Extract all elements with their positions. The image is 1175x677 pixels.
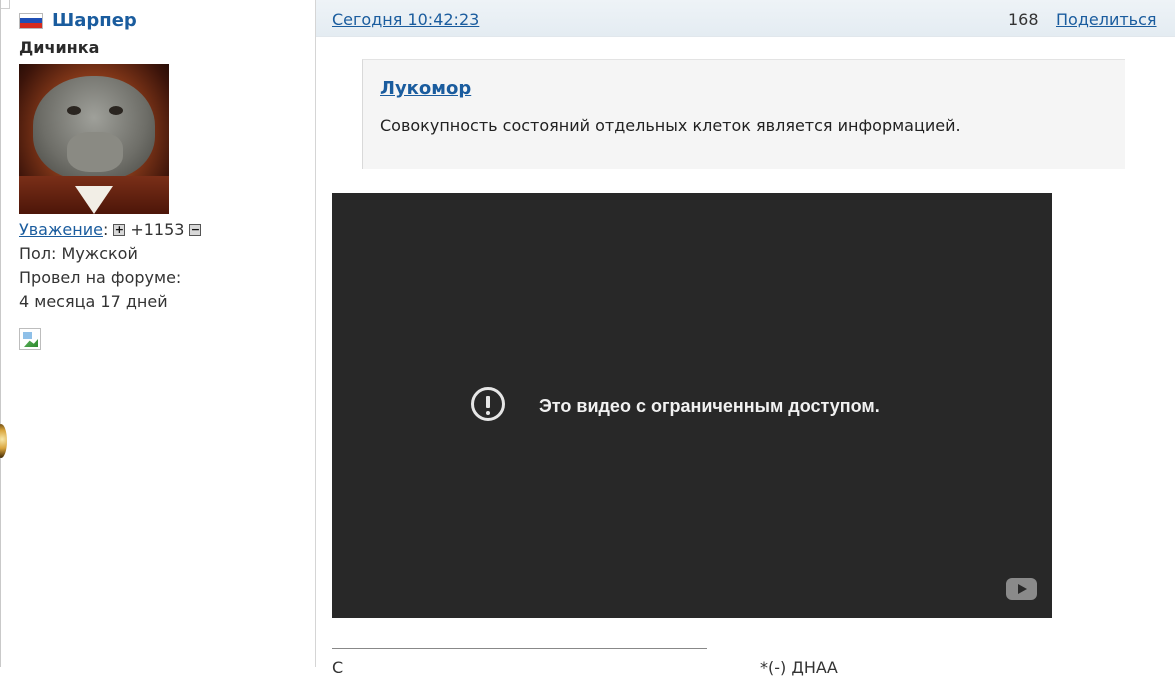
reputation-value: +1153	[130, 220, 185, 239]
share-link[interactable]: Поделиться	[1056, 10, 1157, 29]
alert-icon	[471, 387, 505, 421]
user-info-panel: Шарпер Дичинка Уважение: + +1153 − Пол: …	[0, 0, 316, 667]
post-number: 168	[1008, 10, 1039, 29]
video-player[interactable]: Это видео с ограниченным доступом.	[332, 193, 1052, 618]
reputation-plus-button[interactable]: +	[113, 223, 126, 236]
broken-image-icon	[19, 328, 41, 350]
user-title: Дичинка	[19, 38, 100, 57]
avatar[interactable]	[19, 64, 169, 214]
youtube-logo-icon[interactable]	[1006, 578, 1037, 600]
user-line: Шарпер	[19, 10, 137, 31]
signature-text-start: С	[332, 658, 344, 677]
forum-time-label: Провел на форуме:	[19, 268, 182, 287]
forum-time-value: 4 месяца 17 дней	[19, 292, 168, 311]
quote-text: Совокупность состояний отдельных клеток …	[380, 116, 961, 135]
reputation-minus-button[interactable]: −	[189, 223, 202, 236]
side-orb-icon	[0, 424, 7, 458]
quote-block: Лукомор Совокупность состояний отдельных…	[362, 59, 1125, 169]
post-date-link[interactable]: Сегодня 10:42:23	[332, 10, 479, 29]
reputation-row: Уважение: + +1153 −	[19, 220, 202, 239]
signature-text-end: *(-) ДНАА	[760, 658, 838, 677]
russia-flag-icon	[19, 12, 43, 29]
avatar-head	[33, 76, 155, 180]
quote-author-link[interactable]: Лукомор	[380, 78, 471, 99]
video-restricted-message: Это видео с ограниченным доступом.	[539, 396, 880, 416]
reputation-link[interactable]: Уважение	[19, 220, 103, 239]
panel-corner	[1, 0, 10, 9]
username-link[interactable]: Шарпер	[52, 10, 137, 31]
gender-text: Пол: Мужской	[19, 244, 138, 263]
post-header: Сегодня 10:42:23 168 Поделиться	[316, 0, 1175, 37]
signature-divider	[332, 648, 707, 649]
